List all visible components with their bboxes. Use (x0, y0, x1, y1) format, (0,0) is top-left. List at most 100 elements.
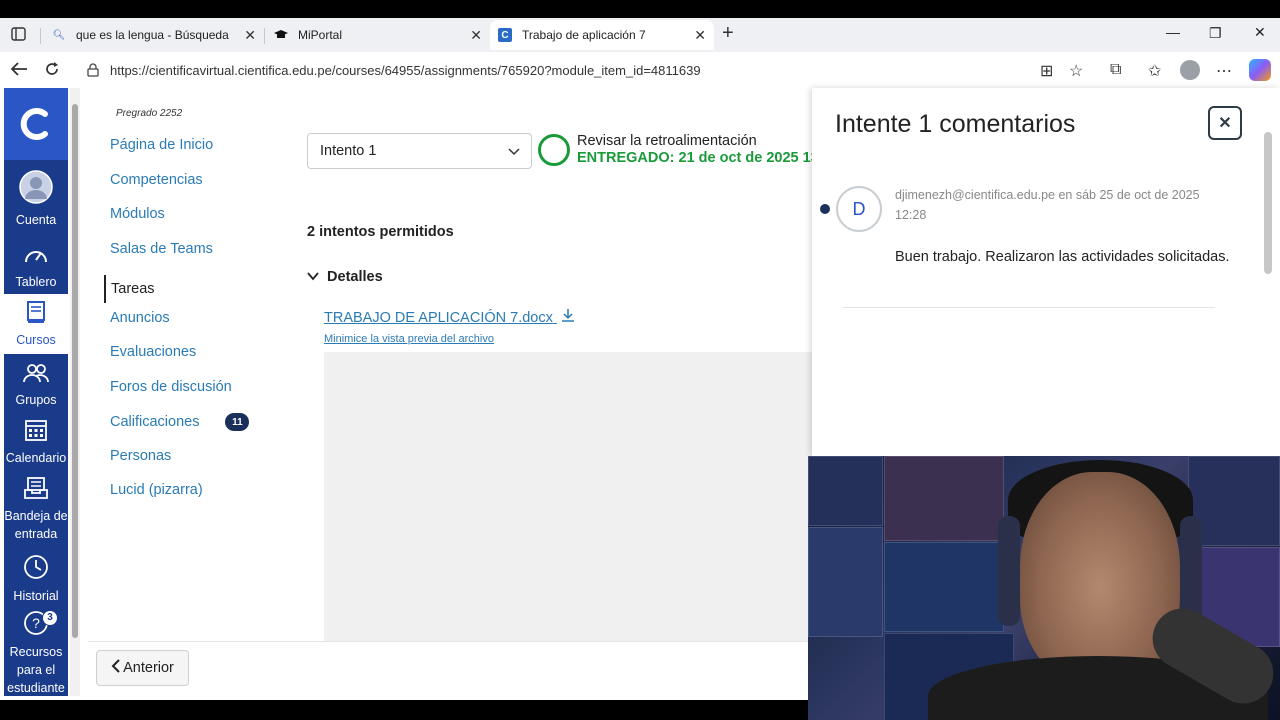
global-nav-groups[interactable]: Grupos (4, 362, 68, 409)
previous-button[interactable]: Anterior (96, 650, 189, 686)
attempts-allowed: 2 intentos permitidos (307, 224, 454, 240)
attempt-select-value: Intento 1 (320, 143, 377, 159)
more-menu-icon[interactable]: ⋯ (1216, 61, 1232, 81)
copilot-icon[interactable] (1249, 59, 1271, 81)
wall-poster (808, 456, 883, 526)
comment-text: Buen trabajo. Realizaron las actividades… (895, 249, 1230, 265)
course-term: Pregrado 2252 (116, 108, 183, 119)
comments-title: Intente 1 comentarios (835, 110, 1076, 138)
chevron-down-icon (307, 269, 319, 285)
review-feedback-link[interactable]: Revisar la retroalimentación (577, 133, 757, 149)
left-scrollbar[interactable] (70, 88, 80, 696)
window-close-icon[interactable]: ✕ (1254, 24, 1266, 41)
close-icon[interactable]: ✕ (470, 27, 482, 44)
headset-left (998, 516, 1020, 626)
scrollbar-thumb[interactable] (72, 104, 78, 638)
details-toggle[interactable]: Detalles (307, 269, 383, 285)
address-bar[interactable]: https://cientificavirtual.cientifica.edu… (76, 56, 1096, 84)
attempt-select[interactable]: Intento 1 (307, 133, 532, 169)
previous-label: Anterior (123, 660, 174, 676)
tab-actions-icon[interactable] (11, 27, 26, 46)
submitted-status-text: ENTREGADO: 21 de oct de 2025 13: (577, 150, 812, 166)
global-nav-label: Bandeja de entrada (4, 509, 68, 541)
global-nav-history[interactable]: Historial (4, 554, 68, 605)
tab-miportal[interactable]: MiPortal ✕ (266, 20, 490, 50)
course-nav-people[interactable]: Personas (104, 448, 284, 483)
course-nav-announcements[interactable]: Anuncios (104, 310, 284, 345)
global-nav-inbox[interactable]: Bandeja de entrada (4, 476, 68, 543)
grades-count-badge: 11 (225, 413, 250, 431)
minimize-preview-link[interactable]: Minimice la vista previa del archivo (324, 333, 494, 345)
search-icon: 🔍︎ (52, 29, 66, 41)
apps-grid-icon[interactable]: ⊞ (1040, 61, 1053, 81)
course-nav-discussions[interactable]: Foros de discusión (104, 379, 284, 414)
canvas-logo[interactable] (4, 88, 68, 160)
url-text: https://cientificavirtual.cientifica.edu… (110, 62, 701, 78)
details-label: Detalles (327, 269, 383, 285)
global-nav-calendar[interactable]: Calendario (4, 418, 68, 467)
reload-icon[interactable] (44, 61, 60, 82)
chevron-left-icon (111, 659, 121, 677)
unread-indicator (820, 204, 830, 214)
course-nav-grades[interactable]: Calificaciones 11 (104, 413, 284, 448)
profile-avatar[interactable] (1180, 60, 1200, 80)
global-nav-label: Calendario (5, 451, 67, 465)
account-avatar-icon (19, 170, 53, 211)
screen-top-strip (0, 0, 1280, 18)
tab-title: MiPortal (298, 28, 343, 42)
course-nav-assignments[interactable]: Tareas (104, 275, 284, 303)
extensions-icon[interactable]: ⧉ (1110, 61, 1121, 79)
course-navigation: Pregrado 2252 Página de Inicio Competenc… (104, 108, 284, 517)
tab-separator (264, 28, 265, 44)
canvas-c-icon: C (498, 28, 512, 42)
favorite-star-icon[interactable]: ☆ (1069, 61, 1083, 81)
global-nav-account[interactable]: Cuenta (4, 170, 68, 229)
history-clock-icon (23, 554, 49, 587)
course-nav-competencies[interactable]: Competencias (104, 172, 284, 207)
course-nav-teams-rooms[interactable]: Salas de Teams (104, 241, 284, 276)
dashboard-gauge-icon (23, 244, 49, 273)
global-nav-label: Cuenta (15, 213, 57, 227)
course-nav-home[interactable]: Página de Inicio (104, 137, 284, 172)
calendar-icon (24, 418, 48, 449)
close-comments-button[interactable]: ✕ (1208, 106, 1242, 140)
browser-tab-strip: 🔍︎ que es la lengua - Búsqueda ✕ MiPorta… (0, 18, 1280, 52)
tab-assignment[interactable]: C Trabajo de aplicación 7 ✕ (490, 20, 714, 50)
inbox-icon (23, 476, 49, 507)
wall-poster (884, 542, 1004, 632)
minimize-icon[interactable]: — (1166, 24, 1180, 40)
tab-search[interactable]: 🔍︎ que es la lengua - Búsqueda ✕ (44, 20, 264, 50)
close-icon: ✕ (1218, 115, 1232, 132)
course-nav-label: Calificaciones (110, 413, 200, 430)
close-icon[interactable]: ✕ (244, 27, 256, 44)
browser-toolbar: https://cientificavirtual.cientifica.edu… (0, 52, 1280, 88)
global-nav-label: Historial (13, 589, 59, 603)
restore-icon[interactable]: ❐ (1209, 25, 1222, 42)
comment-divider (843, 307, 1215, 308)
global-nav-label: Grupos (15, 393, 57, 407)
groups-people-icon (22, 362, 50, 391)
global-nav-courses[interactable]: Cursos (4, 294, 68, 354)
notification-badge: 3 (42, 610, 58, 626)
download-icon[interactable] (561, 309, 575, 326)
file-preview-frame[interactable] (324, 352, 812, 642)
back-arrow-icon[interactable] (10, 61, 28, 82)
new-tab-button[interactable]: + (722, 22, 734, 45)
svg-text:?: ? (32, 615, 40, 631)
course-nav-lucid[interactable]: Lucid (pizarra) (104, 482, 284, 517)
course-nav-quizzes[interactable]: Evaluaciones (104, 344, 284, 379)
screen-bottom-strip (0, 700, 808, 720)
course-nav-modules[interactable]: Módulos (104, 206, 284, 241)
site-info-icon[interactable] (86, 63, 100, 77)
tab-separator (40, 28, 41, 44)
wall-poster (808, 527, 883, 637)
submitted-file-link[interactable]: TRABAJO DE APLICACIÓN 7.docx (324, 308, 575, 326)
global-nav-help[interactable]: ? 3 Recursos para el estudiante (4, 610, 68, 697)
close-icon[interactable]: ✕ (694, 27, 706, 44)
webcam-overlay (808, 456, 1280, 720)
global-nav-label: Recursos para el estudiante (7, 645, 65, 695)
module-footer: Anterior (88, 641, 812, 700)
comments-scrollbar[interactable] (1264, 132, 1272, 274)
global-nav-dashboard[interactable]: Tablero (4, 244, 68, 291)
favorites-list-icon[interactable]: ✩ (1148, 61, 1161, 81)
